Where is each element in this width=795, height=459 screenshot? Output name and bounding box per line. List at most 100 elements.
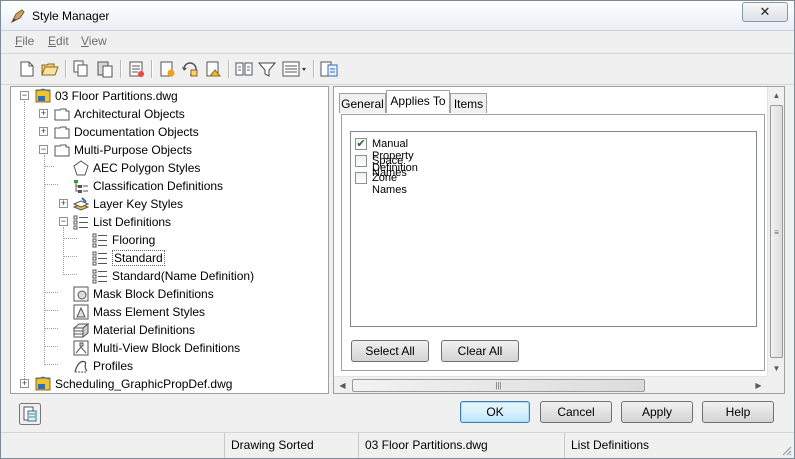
cancel-button[interactable]: Cancel [540, 401, 612, 423]
toggle-view-icon[interactable] [234, 59, 254, 79]
view-options-icon[interactable] [281, 59, 309, 79]
tree-node-profiles[interactable]: Profiles [11, 357, 311, 375]
expand-expander[interactable]: + [39, 109, 48, 118]
tree-label: Layer Key Styles [93, 197, 184, 211]
tree-node-classification-definitions[interactable]: Classification Definitions [11, 177, 311, 195]
tree-label: Multi-Purpose Objects [74, 143, 193, 157]
menu-edit[interactable]: Edit [48, 34, 69, 48]
expand-expander[interactable]: + [20, 379, 29, 388]
tree-label-drawing: 03 Floor Partitions.dwg [55, 89, 178, 103]
tree-node-standard-name-definition[interactable]: Standard(Name Definition) [11, 267, 311, 285]
material-icon [73, 322, 89, 338]
purge-styles-icon[interactable] [126, 59, 146, 79]
collapse-expander[interactable]: − [59, 217, 68, 226]
polygon-icon [73, 160, 89, 176]
tab-applies-to[interactable]: Applies To [386, 90, 450, 113]
vertical-scrollbar[interactable]: ▲ ≡ ▼ [767, 87, 784, 377]
tree-node-standard[interactable]: Standard [11, 249, 311, 267]
multi-view-block-icon [73, 340, 89, 356]
toolbar-separator [65, 60, 66, 78]
list-icon [92, 233, 107, 248]
paste-icon[interactable] [95, 59, 115, 79]
tree-node-drawing[interactable]: − 03 Floor Partitions.dwg [11, 87, 311, 105]
folder-icon [54, 126, 70, 139]
applies-to-list[interactable]: ✔ Manual Property Definition Space Names… [350, 131, 757, 327]
tree-node-layer-key-styles[interactable]: + Layer Key Styles [11, 195, 311, 213]
collapse-expander[interactable]: − [20, 91, 29, 100]
select-all-button[interactable]: Select All [351, 340, 429, 362]
scroll-left-icon[interactable]: ◀ [334, 377, 351, 394]
mask-block-icon [73, 286, 89, 302]
checkbox-unchecked[interactable] [355, 172, 367, 184]
layer-key-icon [73, 197, 89, 211]
close-icon: ✕ [759, 4, 771, 19]
tree-node-mask-block-definitions[interactable]: Mask Block Definitions [11, 285, 311, 303]
tree-label: List Definitions [93, 215, 172, 229]
new-style-icon[interactable] [157, 59, 177, 79]
apply-button[interactable]: Apply [621, 401, 693, 423]
toolbar-separator [151, 60, 152, 78]
collapse-expander[interactable]: − [39, 145, 48, 154]
tree-node-aec-polygon-styles[interactable]: AEC Polygon Styles [11, 159, 311, 177]
scroll-up-icon[interactable]: ▲ [768, 87, 785, 104]
classification-icon [74, 180, 88, 193]
tree-node-flooring[interactable]: Flooring [11, 231, 311, 249]
list-icon [92, 251, 107, 266]
menu-view[interactable]: View [81, 34, 107, 48]
tree-label: AEC Polygon Styles [93, 161, 201, 175]
status-bar: Drawing Sorted 03 Floor Partitions.dwg L… [1, 432, 794, 458]
tree-label: Material Definitions [93, 323, 196, 337]
list-icon [73, 215, 88, 230]
copy-icon[interactable] [71, 59, 91, 79]
tree-node-material-definitions[interactable]: Material Definitions [11, 321, 311, 339]
tree-label-drawing: Scheduling_GraphicPropDef.dwg [55, 377, 233, 391]
tree-node-multi-view-block-definitions[interactable]: Multi-View Block Definitions [11, 339, 311, 357]
title-bar[interactable]: Style Manager ✕ [1, 1, 794, 31]
expand-expander[interactable]: + [59, 199, 68, 208]
expand-expander[interactable]: + [39, 127, 48, 136]
status-drawing: 03 Floor Partitions.dwg [358, 433, 563, 458]
applies-to-page: ✔ Manual Property Definition Space Names… [341, 114, 765, 371]
scroll-thumb[interactable]: ||| [352, 379, 645, 392]
style-tree[interactable]: − 03 Floor Partitions.dwg + Architectura… [10, 86, 329, 394]
status-sort: Drawing Sorted [224, 433, 357, 458]
inspector-toggle-icon[interactable] [19, 403, 41, 425]
close-button[interactable]: ✕ [742, 2, 788, 22]
tab-general[interactable]: General [339, 93, 386, 113]
tree-node-documentation-objects[interactable]: + Documentation Objects [11, 123, 311, 141]
new-drawing-icon[interactable] [17, 59, 37, 79]
help-button[interactable]: Help [702, 401, 774, 423]
resize-grip-icon[interactable] [780, 444, 792, 456]
style-manager-app-icon [10, 9, 25, 24]
scroll-corner [767, 376, 784, 393]
clear-all-button[interactable]: Clear All [441, 340, 519, 362]
tab-items[interactable]: Items [450, 93, 487, 113]
edit-style-icon[interactable] [180, 59, 200, 79]
toolbar-separator-line [1, 84, 794, 85]
tree-label: Mask Block Definitions [93, 287, 214, 301]
tree-node-list-definitions[interactable]: − List Definitions [11, 213, 311, 231]
open-drawing-icon[interactable] [40, 59, 60, 79]
tree-node-drawing[interactable]: + Scheduling_GraphicPropDef.dwg [11, 375, 321, 393]
scroll-right-icon[interactable]: ▶ [750, 377, 767, 394]
mass-element-icon [73, 304, 89, 320]
horizontal-scrollbar[interactable]: ◀ ||| ▶ [334, 376, 767, 393]
checkbox-checked[interactable]: ✔ [355, 138, 367, 150]
checkbox-unchecked[interactable] [355, 155, 367, 167]
tree-label-selected: Standard [112, 250, 165, 266]
menu-file[interactable]: File [15, 34, 34, 48]
style-manager-window: Style Manager ✕ File Edit View − 03 Floo… [0, 0, 795, 459]
ok-button[interactable]: OK [460, 401, 530, 423]
set-from-icon[interactable] [203, 59, 223, 79]
window-title: Style Manager [32, 9, 110, 23]
scroll-down-icon[interactable]: ▼ [768, 360, 785, 377]
tree-node-architectural-objects[interactable]: + Architectural Objects [11, 105, 311, 123]
filter-icon[interactable] [257, 59, 277, 79]
scroll-thumb[interactable]: ≡ [770, 105, 783, 358]
list-icon [92, 269, 107, 284]
tree-node-mass-element-styles[interactable]: Mass Element Styles [11, 303, 311, 321]
tree-node-multi-purpose-objects[interactable]: − Multi-Purpose Objects [11, 141, 311, 159]
tree-label: Profiles [93, 359, 134, 373]
toolbar-separator [228, 60, 229, 78]
inspector-icon[interactable] [319, 59, 339, 79]
